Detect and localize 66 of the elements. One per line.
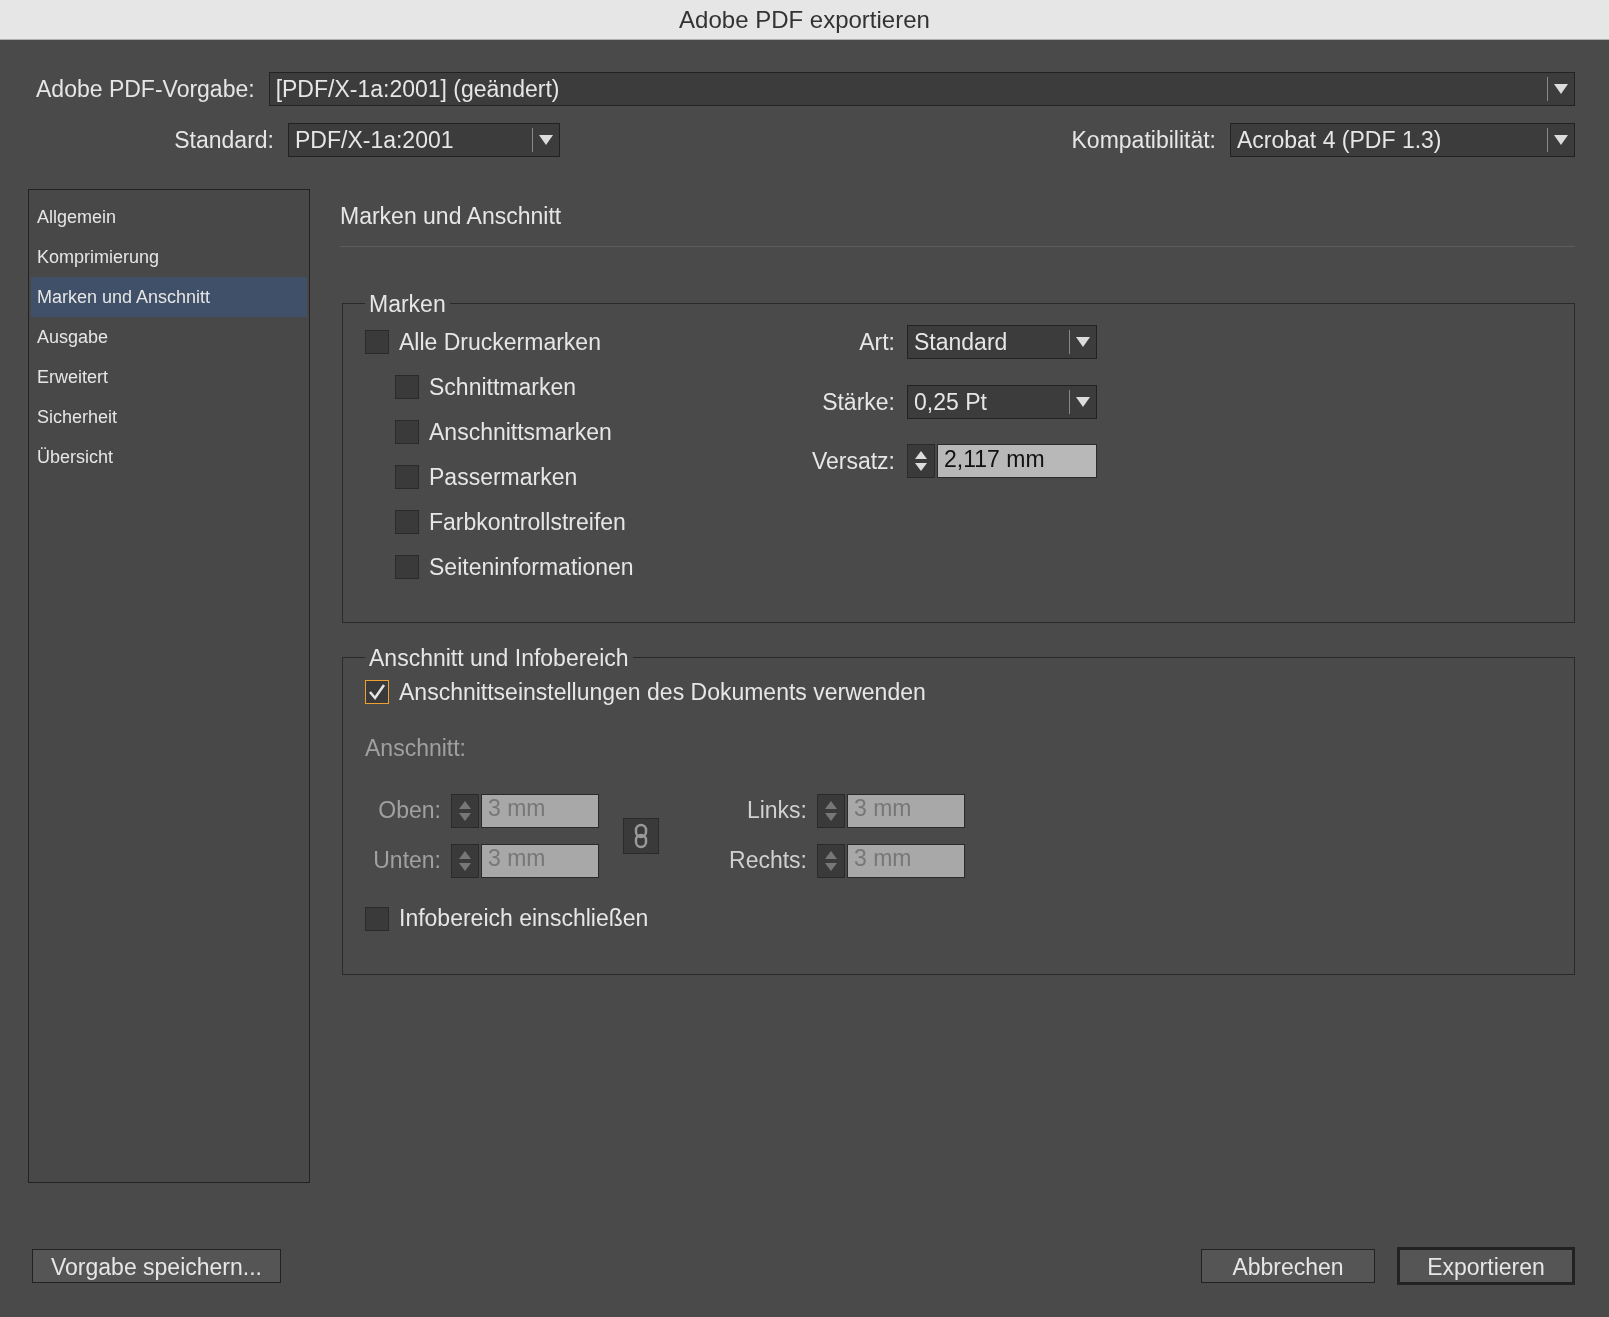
field-label: Unten:: [372, 846, 441, 876]
field-label: Oben:: [377, 796, 441, 826]
checkbox[interactable]: [365, 330, 389, 354]
export-button[interactable]: Exportieren: [1397, 1247, 1575, 1285]
checkbox-label: Seiteninformationen: [429, 552, 634, 582]
checkbox-label: Anschnittsmarken: [429, 417, 612, 447]
checkmark-icon: [368, 683, 386, 701]
section-title: Marken und Anschnitt: [340, 202, 563, 231]
caret-icon: [1076, 337, 1090, 348]
checkbox[interactable]: [365, 680, 389, 704]
dropdown[interactable]: 0,25 Pt: [907, 384, 1097, 419]
caret-icon: [1076, 396, 1090, 407]
up-arrow-icon: [825, 800, 837, 809]
down-arrow-icon: [459, 812, 471, 821]
checkbox-label: Schnittmarken: [429, 372, 576, 402]
field-label: Links:: [745, 796, 807, 826]
up-arrow-icon: [825, 850, 837, 859]
checkbox[interactable]: [395, 510, 419, 534]
group-title: Anschnitt und Infobereich: [368, 643, 630, 673]
save-preset-button[interactable]: Vorgabe speichern...: [32, 1249, 281, 1283]
checkbox-label: Anschnittseinstellungen des Dokuments verwenden: [399, 677, 926, 707]
window-title: Adobe PDF exportieren: [679, 4, 930, 35]
checkbox[interactable]: [395, 465, 419, 489]
up-arrow-icon: [915, 451, 927, 460]
sidebar-item[interactable]: Ausgabe: [31, 317, 307, 357]
checkbox[interactable]: [395, 375, 419, 399]
caret-icon: [1554, 134, 1568, 145]
field-label: Rechts:: [728, 846, 807, 876]
checkbox-label: Alle Druckermarken: [399, 327, 601, 357]
link-toggle-button[interactable]: [623, 817, 659, 854]
checkbox-label: Infobereich einschließen: [399, 904, 649, 934]
sidebar-item[interactable]: Komprimierung: [31, 237, 307, 277]
dropdown[interactable]: [PDF/X-1a:2001] (geändert): [268, 72, 1575, 107]
caret-icon: [1554, 84, 1568, 95]
field-label: Versatz:: [810, 447, 895, 476]
caret-icon: [539, 134, 553, 145]
down-arrow-icon: [825, 812, 837, 821]
up-arrow-icon: [459, 800, 471, 809]
field-label: Kompatibilität:: [1071, 125, 1216, 155]
down-arrow-icon: [459, 862, 471, 871]
checkbox-label: Passermarken: [429, 462, 578, 492]
field-label: Standard:: [173, 125, 274, 155]
sidebar-item[interactable]: Marken und Anschnitt: [31, 277, 307, 317]
sidebar-item[interactable]: Erweitert: [31, 357, 307, 397]
stepper[interactable]: [907, 444, 935, 479]
sidebar-item[interactable]: Übersicht: [31, 437, 307, 477]
cancel-button[interactable]: Abbrechen: [1201, 1249, 1375, 1283]
up-arrow-icon: [459, 850, 471, 859]
checkbox-label: Farbkontrollstreifen: [429, 507, 626, 537]
field-label: Adobe PDF-Vorgabe:: [36, 75, 255, 104]
field-label: Art:: [858, 328, 895, 357]
dropdown[interactable]: PDF/X-1a:2001: [288, 122, 560, 157]
sidebar-item[interactable]: Allgemein: [31, 197, 307, 237]
checkbox[interactable]: [365, 906, 389, 931]
sidebar-item[interactable]: Sicherheit: [31, 397, 307, 437]
down-arrow-icon: [915, 463, 927, 472]
checkbox[interactable]: [395, 420, 419, 444]
dropdown[interactable]: Standard: [907, 325, 1097, 360]
dropdown[interactable]: Acrobat 4 (PDF 1.3): [1230, 122, 1575, 157]
chain-link-icon: [634, 822, 648, 849]
subsection-label: Anschnitt:: [365, 734, 467, 763]
checkbox[interactable]: [395, 555, 419, 579]
input-field[interactable]: 2,117 mm: [937, 444, 1097, 479]
group-title: Marken: [368, 289, 447, 319]
down-arrow-icon: [825, 862, 837, 871]
field-label: Stärke:: [821, 387, 895, 417]
